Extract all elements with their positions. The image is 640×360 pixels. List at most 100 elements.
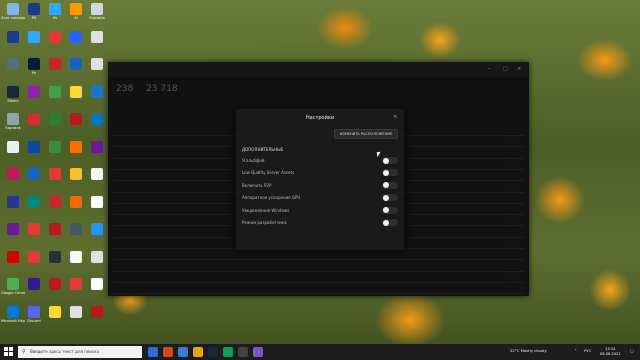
row-menu-icon[interactable]: ⋯ xyxy=(509,184,513,189)
settings-dialog: Настройки × ИЗМЕНИТЬ РАСПОЛОЖЕНИЕ ДОПОЛН… xyxy=(236,109,404,250)
app-icon xyxy=(70,58,82,70)
setting-toggle[interactable] xyxy=(382,157,398,164)
app-icon xyxy=(7,30,19,43)
app-icon xyxy=(28,3,40,15)
server-row[interactable]: ⋯ xyxy=(114,282,524,295)
row-menu-icon[interactable]: ⋯ xyxy=(509,195,513,200)
row-menu-icon[interactable]: ⋯ xyxy=(509,251,513,256)
setting-label: Аппаратное ускорение GPU xyxy=(242,195,301,201)
app-icon xyxy=(7,305,19,318)
setting-option: Включить P2P xyxy=(242,180,400,192)
windows-start-icon[interactable] xyxy=(4,347,14,357)
taskbar-app-icon[interactable] xyxy=(148,347,158,357)
taskbar-app-icon[interactable] xyxy=(178,347,188,357)
row-menu-icon[interactable]: ⋯ xyxy=(509,285,513,290)
setting-toggle[interactable] xyxy=(382,219,398,226)
row-menu-icon[interactable]: ⋯ xyxy=(509,127,513,132)
row-menu-icon[interactable]: ⋯ xyxy=(509,240,513,245)
app-icon xyxy=(7,58,19,70)
desktop-icon[interactable] xyxy=(85,195,109,220)
weather-status[interactable]: 22°C Mostly cloudy xyxy=(510,348,547,353)
desktop-icon[interactable] xyxy=(85,223,109,247)
search-icon: ⚲ xyxy=(22,349,26,355)
app-icon xyxy=(91,223,103,235)
desktop-icon[interactable] xyxy=(85,278,109,302)
stat-total: 23 718 xyxy=(146,84,178,94)
taskbar-app-icon[interactable] xyxy=(253,347,263,357)
app-icon xyxy=(70,140,82,153)
notifications-icon[interactable]: ▢ xyxy=(630,348,634,353)
setting-toggle[interactable] xyxy=(382,194,398,202)
desktop-icon[interactable] xyxy=(85,140,109,165)
setting-label: Включить P2P xyxy=(242,182,272,188)
system-clock[interactable]: 13:14 06.06.2021 xyxy=(600,347,621,356)
maximize-icon[interactable]: □ xyxy=(503,66,508,72)
app-icon xyxy=(91,168,103,180)
minimize-icon[interactable]: – xyxy=(488,66,491,72)
desktop-icon[interactable] xyxy=(85,250,109,275)
row-menu-icon[interactable]: ⋯ xyxy=(509,138,513,143)
app-icon xyxy=(28,168,40,180)
taskbar-app-icon[interactable] xyxy=(238,347,248,357)
close-icon[interactable]: × xyxy=(393,114,397,120)
toggle-knob xyxy=(383,182,389,189)
app-icon xyxy=(7,223,19,235)
row-menu-icon[interactable]: ⋯ xyxy=(509,206,513,211)
language-indicator[interactable]: РУС xyxy=(584,348,591,353)
app-icon xyxy=(7,278,19,290)
app-icon xyxy=(70,3,82,15)
app-icon xyxy=(91,30,103,43)
server-row[interactable]: ⋯ xyxy=(114,260,524,272)
taskbar-app-icon[interactable] xyxy=(163,347,173,357)
desktop-icon[interactable] xyxy=(85,168,109,192)
taskbar-search[interactable]: ⚲ Введите здесь текст для поиска xyxy=(18,346,142,358)
row-menu-icon[interactable]: ⋯ xyxy=(509,172,513,177)
app-icon xyxy=(7,3,19,15)
app-icon xyxy=(49,30,61,43)
taskbar-app-icon[interactable] xyxy=(208,347,218,357)
taskbar: ⚲ Введите здесь текст для поиска 22°C Mo… xyxy=(0,344,640,360)
tray-chevron-icon[interactable]: ⌃ xyxy=(574,348,577,353)
change-location-button[interactable]: ИЗМЕНИТЬ РАСПОЛОЖЕНИЕ xyxy=(334,129,398,139)
row-menu-icon[interactable]: ⋯ xyxy=(509,229,513,234)
server-row[interactable]: ⋯ xyxy=(114,271,524,283)
row-menu-icon[interactable]: ⋯ xyxy=(509,161,513,166)
taskbar-app-icon[interactable] xyxy=(223,347,233,357)
app-icon xyxy=(28,113,40,125)
app-icon xyxy=(49,195,61,208)
app-icon xyxy=(28,140,40,153)
app-icon xyxy=(70,223,82,235)
desktop-icon[interactable] xyxy=(85,305,109,330)
desktop-icon[interactable] xyxy=(85,85,109,110)
server-row[interactable]: ⋯ xyxy=(114,248,524,261)
setting-toggle[interactable] xyxy=(382,169,398,177)
app-icon xyxy=(91,58,103,70)
app-icon xyxy=(91,140,103,153)
app-icon xyxy=(28,195,40,208)
row-menu-icon[interactable]: ⋯ xyxy=(509,274,513,279)
app-icon xyxy=(28,250,40,263)
setting-label: Режим разработчика xyxy=(242,220,287,225)
app-icon xyxy=(91,195,103,208)
toggle-knob xyxy=(383,194,389,201)
app-icon xyxy=(70,30,82,43)
setting-toggle[interactable] xyxy=(382,181,398,189)
setting-label: Я альбфий xyxy=(242,158,265,163)
app-icon xyxy=(49,58,61,70)
desktop-icon[interactable]: Корзина xyxy=(85,3,109,27)
app-icon xyxy=(70,168,82,180)
desktop-icon[interactable] xyxy=(85,30,109,55)
desktop-icon[interactable] xyxy=(85,58,109,82)
desktop-icon[interactable] xyxy=(85,113,109,137)
row-menu-icon[interactable]: ⋯ xyxy=(509,217,513,222)
setting-toggle[interactable] xyxy=(382,206,398,214)
taskbar-app-icon[interactable] xyxy=(193,347,203,357)
app-icon xyxy=(49,305,61,318)
setting-option: Режим разработчика xyxy=(242,217,400,229)
app-icon xyxy=(70,305,82,318)
row-menu-icon[interactable]: ⋯ xyxy=(509,150,513,155)
stat-count: 238 xyxy=(116,84,134,94)
app-icon xyxy=(7,140,19,153)
row-menu-icon[interactable]: ⋯ xyxy=(509,263,513,268)
close-window-icon[interactable]: × xyxy=(517,66,521,72)
